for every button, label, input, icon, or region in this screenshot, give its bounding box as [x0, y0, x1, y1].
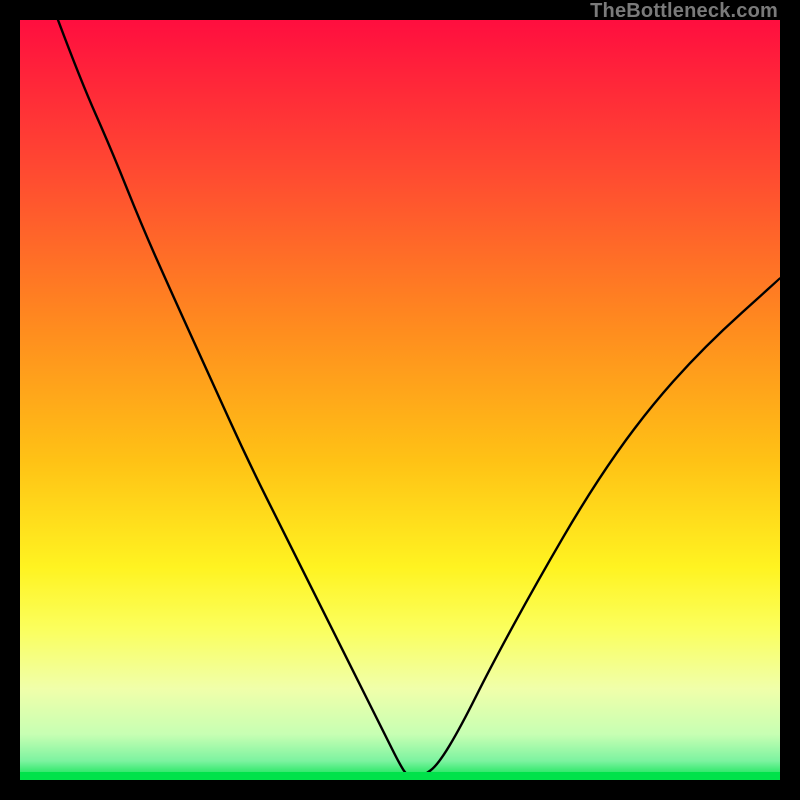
- chart-frame: TheBottleneck.com: [0, 0, 800, 800]
- green-baseline-band: [20, 772, 780, 780]
- chart-svg: [20, 20, 780, 780]
- watermark-label: TheBottleneck.com: [590, 0, 778, 23]
- chart-background: [20, 20, 780, 780]
- plot-area: [20, 20, 780, 780]
